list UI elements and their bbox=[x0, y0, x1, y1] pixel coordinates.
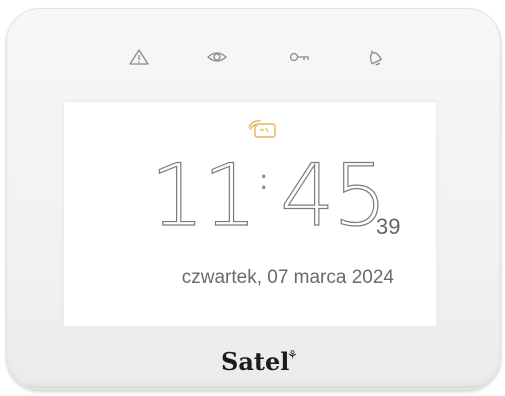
clock-minutes: 45 bbox=[279, 145, 388, 246]
clock-seconds: 39 bbox=[376, 214, 401, 239]
proximity-card-icon[interactable] bbox=[246, 116, 278, 140]
date-label: czwartek, 07 marca 2024 bbox=[181, 267, 394, 288]
clock-hours: 11 bbox=[149, 145, 258, 246]
service-key-icon bbox=[288, 48, 310, 66]
alarm-bell-icon bbox=[364, 48, 386, 66]
clock-separator: : bbox=[259, 163, 269, 196]
armed-eye-icon bbox=[206, 48, 228, 66]
keypad-device: 11 : 45 39 czwartek, 07 marca 2024 Satel… bbox=[6, 8, 501, 390]
brand-logo-text: Satel bbox=[221, 347, 290, 376]
satel-logo: Satel ⚘ bbox=[221, 347, 298, 376]
alarm-warning-icon bbox=[128, 48, 150, 66]
brand-logo-mark: ⚘ bbox=[287, 348, 298, 362]
bezel-edge bbox=[26, 382, 481, 388]
touch-screen[interactable]: 11 : 45 39 czwartek, 07 marca 2024 bbox=[64, 102, 436, 326]
